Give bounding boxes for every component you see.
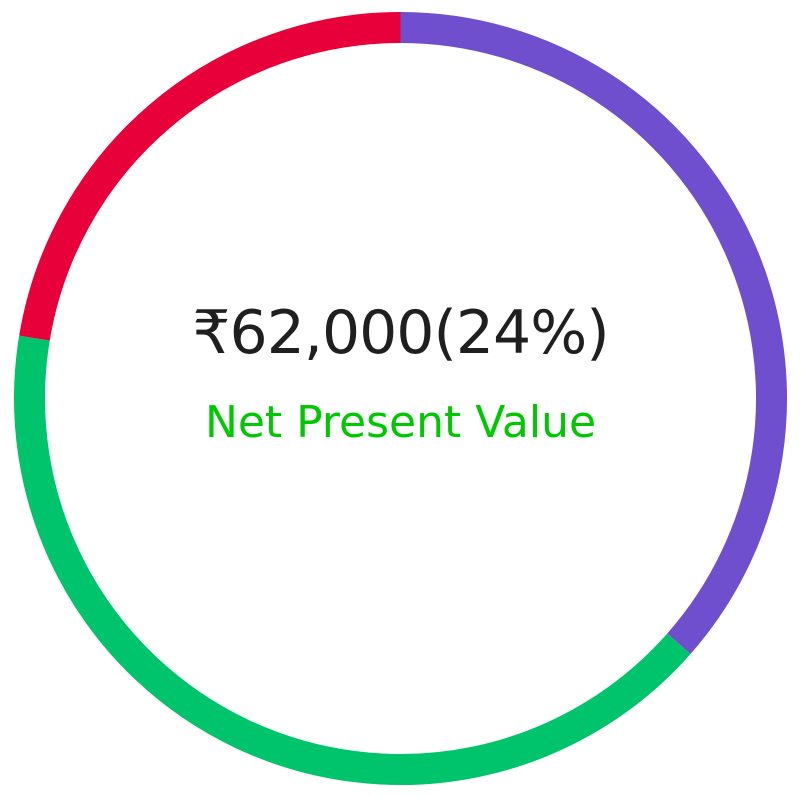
donut-ring xyxy=(14,12,787,785)
donut-chart: ₹62,000(24%) Net Present Value xyxy=(0,0,801,797)
donut-slice-1 xyxy=(400,12,787,655)
donut-slice-3 xyxy=(19,12,401,341)
donut-slice-2 xyxy=(14,335,691,785)
